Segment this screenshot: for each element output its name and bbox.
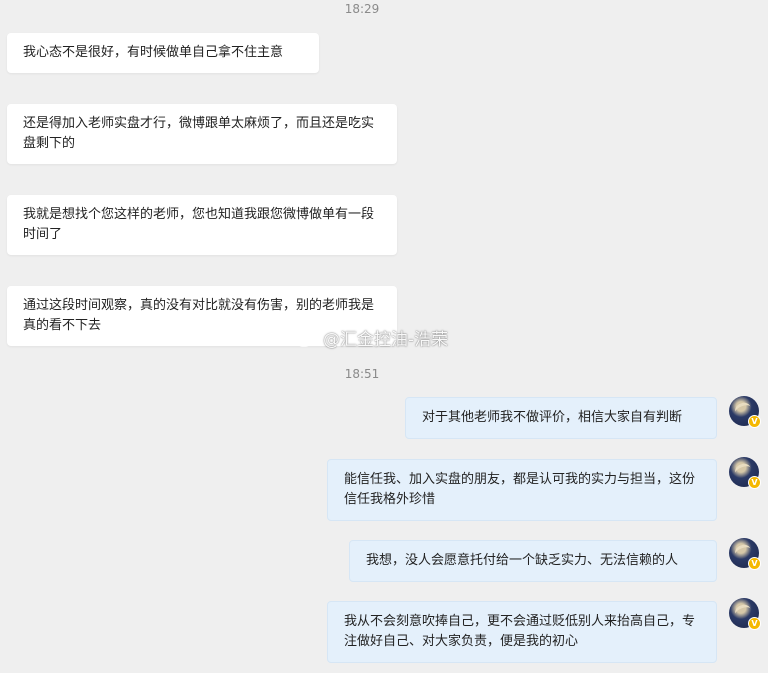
incoming-message[interactable]: 我就是想找个您这样的老师，您也知道我跟您微博做单有一段时间了 [7, 195, 397, 255]
verified-badge-icon: V [748, 617, 761, 630]
verified-badge-icon: V [748, 476, 761, 489]
outgoing-message[interactable]: 对于其他老师我不做评价，相信大家自有判断 [405, 397, 717, 439]
verified-badge-icon: V [748, 415, 761, 428]
verified-badge-icon: V [748, 557, 761, 570]
user-avatar[interactable]: V [729, 538, 761, 570]
timestamp: 18:51 [344, 367, 380, 381]
user-avatar[interactable]: V [729, 598, 761, 630]
weibo-logo-icon [293, 328, 318, 347]
watermark-text: @汇金控油-浩荣 [323, 329, 449, 350]
outgoing-message[interactable]: 我想，没人会愿意托付给一个缺乏实力、无法信赖的人 [349, 540, 717, 582]
timestamp: 18:29 [344, 2, 380, 16]
weibo-watermark: @汇金控油-浩荣 [293, 324, 448, 350]
chat-window: 18:29 我心态不是很好，有时候做单自己拿不住主意 还是得加入老师实盘才行，微… [0, 0, 768, 673]
outgoing-message[interactable]: 能信任我、加入实盘的朋友，都是认可我的实力与担当，这份信任我格外珍惜 [327, 459, 717, 521]
outgoing-message[interactable]: 我从不会刻意吹捧自己，更不会通过贬低别人来抬高自己，专注做好自己、对大家负责，便… [327, 601, 717, 663]
user-avatar[interactable]: V [729, 396, 761, 428]
incoming-message[interactable]: 还是得加入老师实盘才行，微博跟单太麻烦了，而且还是吃实盘剩下的 [7, 104, 397, 164]
incoming-message[interactable]: 我心态不是很好，有时候做单自己拿不住主意 [7, 33, 319, 73]
user-avatar[interactable]: V [729, 457, 761, 489]
